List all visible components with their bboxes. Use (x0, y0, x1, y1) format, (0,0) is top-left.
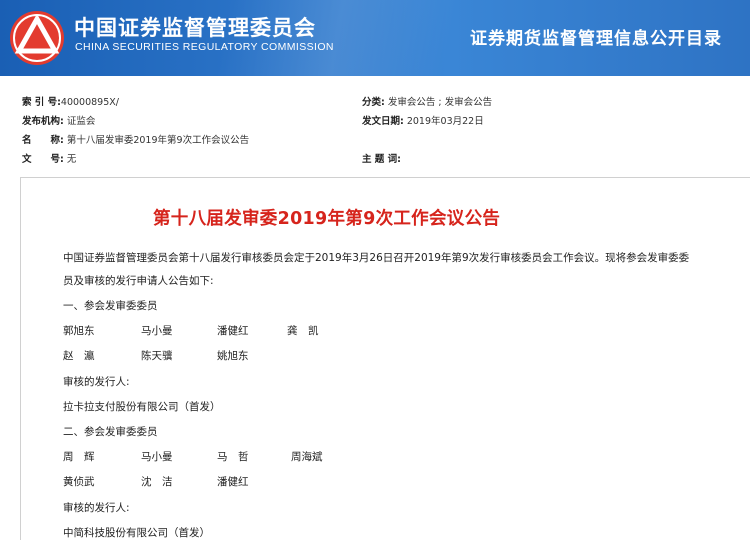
meta-index-label: 索 引 号: (22, 97, 61, 108)
meta-keywords-label: 主 题 词: (362, 154, 401, 165)
csrc-logo-icon[interactable] (8, 9, 66, 67)
document-panel: 第十八届发审委2019年第9次工作会议公告 中国证券监督管理委员会第十八届发行审… (20, 177, 750, 540)
meta-index-value: 40000895X/ (60, 97, 119, 108)
meta-docno: 文 号: 无 (22, 151, 76, 165)
member-name: 陈天骥 (141, 350, 173, 362)
member-name: 马小曼 (141, 451, 173, 463)
section1-heading: 一、参会发审委委员 (63, 300, 158, 312)
catalog-title: 证券期货监督管理信息公开目录 (470, 29, 722, 49)
meta-publisher: 发布机构: 证监会 (22, 113, 95, 127)
meta-docno-value: 无 (66, 154, 77, 165)
meta-category-label: 分类: (362, 97, 385, 108)
member-name: 黄侦武 (63, 476, 95, 488)
member-name: 郭旭东 (63, 325, 95, 337)
meta-publisher-value: 证监会 (66, 116, 96, 127)
member-name: 赵 瀛 (63, 350, 95, 362)
meta-name-label: 名 称: (22, 135, 64, 146)
member-name: 马 哲 (217, 451, 249, 463)
member-name: 潘健红 (217, 476, 249, 488)
meta-keywords: 主 题 词: (362, 151, 401, 165)
meta-category: 分类: 发审会公告 ; 发审会公告 (362, 94, 492, 108)
section2-issuer-label: 审核的发行人: (63, 502, 130, 514)
member-name: 马小曼 (141, 325, 173, 337)
header-banner: 中国证券监督管理委员会 CHINA SECURITIES REGULATORY … (0, 0, 750, 76)
intro-line-2: 员及审核的发行申请人公告如下: (63, 275, 214, 287)
section1-issuer-label: 审核的发行人: (63, 376, 130, 388)
section2-heading: 二、参会发审委委员 (63, 426, 158, 438)
member-name: 周 辉 (63, 451, 95, 463)
member-name: 潘健红 (217, 325, 249, 337)
meta-name-value: 第十八届发审委2019年第9次工作会议公告 (66, 135, 250, 146)
member-name: 龚 凯 (287, 325, 319, 337)
meta-date: 发文日期: 2019年03月22日 (362, 113, 484, 127)
intro-line-1: 中国证券监督管理委员会第十八届发行审核委员会定于2019年3月26日召开2019… (63, 252, 690, 264)
meta-category-value: 发审会公告 ; 发审会公告 (387, 97, 493, 108)
org-name-en: CHINA SECURITIES REGULATORY COMMISSION (75, 41, 334, 53)
section2-issuer: 中简科技股份有限公司（首发） (63, 527, 210, 539)
meta-date-value: 2019年03月22日 (406, 116, 484, 127)
meta-date-label: 发文日期: (362, 116, 404, 127)
section1-issuer: 拉卡拉支付股份有限公司（首发） (63, 401, 221, 413)
meta-publisher-label: 发布机构: (22, 116, 64, 127)
document-title: 第十八届发审委2019年第9次工作会议公告 (153, 209, 501, 229)
member-name: 周海斌 (291, 451, 323, 463)
meta-index: 索 引 号:40000895X/ (22, 94, 119, 108)
org-name-cn: 中国证券监督管理委员会 (74, 16, 316, 40)
meta-name: 名 称: 第十八届发审委2019年第9次工作会议公告 (22, 132, 249, 146)
member-name: 沈 洁 (141, 476, 173, 488)
document-metadata: 索 引 号:40000895X/ 分类: 发审会公告 ; 发审会公告 发布机构:… (0, 76, 750, 176)
member-name: 姚旭东 (217, 350, 249, 362)
meta-docno-label: 文 号: (22, 154, 64, 165)
